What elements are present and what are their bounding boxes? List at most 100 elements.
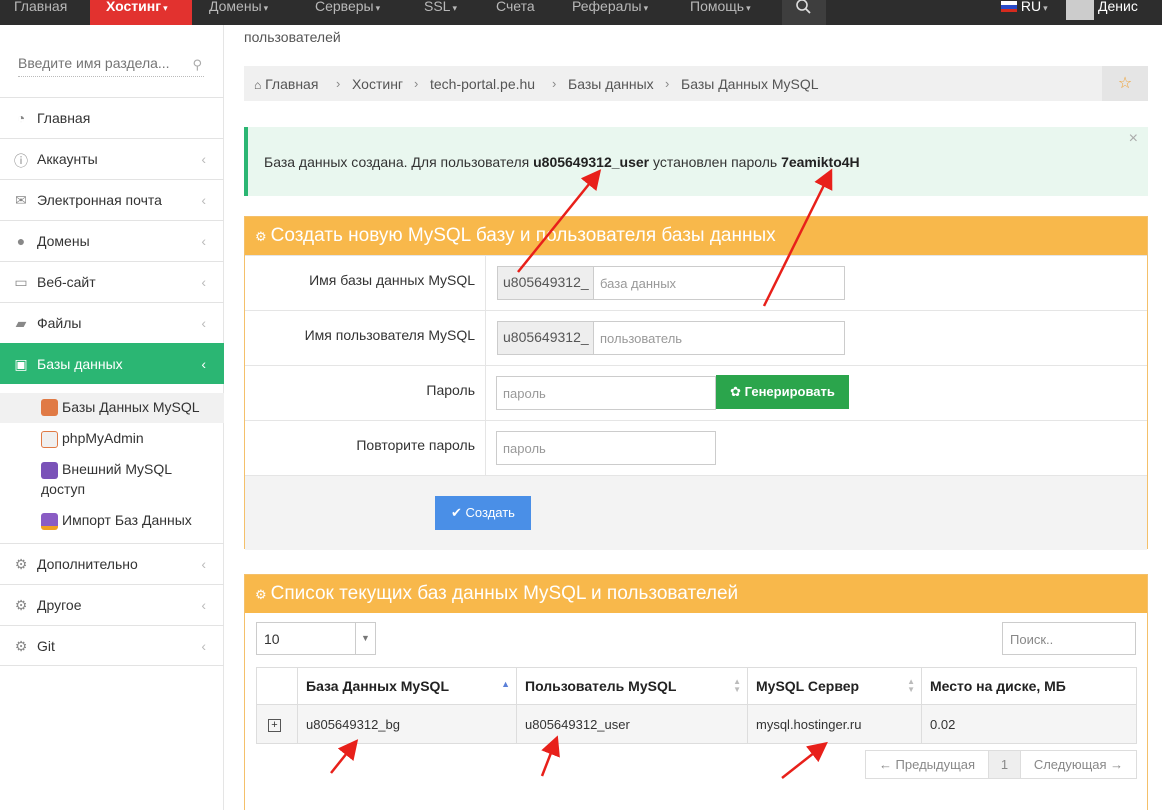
- page-length-select[interactable]: 10 ▼: [256, 622, 376, 655]
- sidebar-item-git[interactable]: ⚙ Git ‹: [0, 625, 224, 666]
- sidebar-subitem-remote-mysql[interactable]: Внешний MySQL доступ: [0, 457, 224, 501]
- breadcrumb-databases[interactable]: Базы данных: [568, 76, 654, 92]
- expand-row-icon[interactable]: +: [268, 719, 281, 732]
- top-navigation: Главная Хостинг ▾ Домены ▾ Серверы ▾ SSL ▾ С…: [0, 0, 1162, 25]
- user-prefix: u805649312_: [497, 321, 594, 355]
- chevron-down-icon: ▾: [746, 3, 751, 13]
- breadcrumb-home[interactable]: ⌂ Главная: [254, 76, 318, 92]
- pagination-previous[interactable]: ← Предыдущая: [865, 750, 989, 779]
- cell-user: u805649312_user: [516, 704, 748, 744]
- table-search-input[interactable]: Поиск..: [1002, 622, 1136, 655]
- create-database-panel: ⚙ Создать новую MySQL базу и пользователя…: [244, 216, 1148, 550]
- language-selector[interactable]: RU ▾: [1001, 0, 1048, 25]
- databases-table: База Данных MySQL ▲ Пользователь MySQL ▲ ▼ …: [256, 667, 1137, 744]
- envelope-icon: ✉: [15, 192, 27, 208]
- alert-message: База данных создана. Для пользователя u8…: [264, 154, 860, 170]
- sidebar-item-advanced[interactable]: ⚙ Дополнительно ‹: [0, 543, 224, 584]
- chevron-down-icon: ▾: [452, 3, 457, 13]
- nav-servers[interactable]: Серверы ▾: [315, 0, 380, 25]
- user-menu[interactable]: Денис: [1098, 0, 1138, 25]
- phpmyadmin-icon: [41, 431, 58, 448]
- column-server[interactable]: MySQL Сервер ▲ ▼: [747, 667, 922, 705]
- column-user[interactable]: Пользователь MySQL ▲ ▼: [516, 667, 748, 705]
- repeat-password-input[interactable]: пароль: [496, 431, 716, 465]
- chevron-down-icon: ▾: [375, 3, 381, 13]
- breadcrumb-mysql: Базы Данных MySQL: [681, 76, 819, 92]
- password-row: Пароль пароль ✿ Генерировать: [245, 365, 1147, 420]
- sidebar-item-files[interactable]: ▰ Файлы ‹: [0, 302, 224, 343]
- db-user-row: Имя пользователя MySQL u805649312_ польз…: [245, 310, 1147, 365]
- database-import-icon: [41, 513, 58, 530]
- sort-asc-icon: ▲: [501, 679, 510, 689]
- sidebar-item-other[interactable]: ⚙ Другое ‹: [0, 584, 224, 625]
- sidebar-subitem-mysql[interactable]: Базы Данных MySQL: [0, 393, 224, 423]
- breadcrumb-separator: ›: [414, 76, 419, 91]
- column-disk[interactable]: Место на диске, МБ: [921, 667, 1137, 705]
- russia-flag-icon: [1001, 1, 1017, 12]
- avatar[interactable]: [1066, 0, 1094, 20]
- breadcrumb: ⌂ Главная › Хостинг › tech-portal.pe.hu …: [244, 66, 1148, 101]
- success-alert: База данных создана. Для пользователя u8…: [244, 127, 1148, 196]
- nav-help[interactable]: Помощь ▾: [690, 0, 751, 25]
- breadcrumb-domain[interactable]: tech-portal.pe.hu: [430, 76, 535, 92]
- db-name-input[interactable]: база данных: [593, 266, 845, 300]
- gears-icon: ⚙: [255, 229, 267, 244]
- create-button[interactable]: ✔ Создать: [435, 496, 531, 530]
- sidebar-search-input[interactable]: [18, 55, 178, 71]
- generate-button[interactable]: ✿ Генерировать: [716, 375, 849, 409]
- gears-icon: ⚙: [14, 556, 28, 572]
- db-user-input[interactable]: пользователь: [593, 321, 845, 355]
- star-icon: ☆: [1117, 75, 1133, 92]
- table-header: База Данных MySQL ▲ Пользователь MySQL ▲ ▼ …: [256, 667, 1137, 705]
- home-icon: ⌂: [254, 78, 262, 92]
- form-actions: ✔ Создать: [245, 475, 1147, 550]
- sidebar-item-domains[interactable]: ● Домены ‹: [0, 220, 224, 261]
- close-icon[interactable]: ×: [1129, 130, 1138, 148]
- nav-domains[interactable]: Домены ▾: [209, 0, 268, 25]
- nav-search-button[interactable]: [782, 0, 826, 25]
- column-db[interactable]: База Данных MySQL ▲: [297, 667, 517, 705]
- breadcrumb-separator: ›: [665, 76, 670, 91]
- nav-referrals[interactable]: Рефералы ▾: [572, 0, 648, 25]
- db-prefix: u805649312_: [497, 266, 594, 300]
- sort-icon: ▲ ▼: [733, 677, 741, 694]
- sidebar-item-email[interactable]: ✉ Электронная почта ‹: [0, 179, 224, 220]
- sidebar-item-databases[interactable]: ▣ Базы данных ‹: [0, 343, 224, 384]
- sidebar-search[interactable]: ⚲: [18, 55, 204, 77]
- cell-server: mysql.hostinger.ru: [747, 704, 922, 744]
- gears-icon: ⚙: [14, 638, 28, 654]
- search-icon: ⚲: [192, 57, 202, 72]
- db-name-label: Имя базы данных MySQL: [309, 272, 475, 288]
- pagination-next[interactable]: Следующая →: [1020, 750, 1137, 779]
- sidebar-subitem-import[interactable]: Импорт Баз Данных: [0, 508, 224, 536]
- sidebar-subitem-phpmyadmin[interactable]: phpMyAdmin: [0, 425, 224, 453]
- chevron-left-icon: ‹: [201, 638, 206, 654]
- sidebar-item-accounts[interactable]: ⓘ Аккаунты ‹: [0, 138, 224, 179]
- nav-ssl[interactable]: SSL ▾: [424, 0, 457, 25]
- sidebar-item-home[interactable]: ◔ Главная: [0, 97, 224, 138]
- breadcrumb-hosting[interactable]: Хостинг: [352, 76, 403, 92]
- sidebar: ⚲ ◔ Главная ⓘ Аккаунты ‹ ✉ Электронная п…: [0, 25, 224, 810]
- favorite-star-button[interactable]: ☆: [1102, 66, 1148, 101]
- pagination-page[interactable]: 1: [988, 750, 1021, 779]
- nav-invoices[interactable]: Счета: [496, 0, 535, 25]
- chevron-left-icon: ‹: [201, 233, 206, 249]
- chevron-down-icon: ▾: [643, 3, 649, 13]
- password-input[interactable]: пароль: [496, 376, 716, 410]
- repeat-password-row: Повторите пароль пароль: [245, 420, 1147, 475]
- repeat-password-label: Повторите пароль: [356, 437, 475, 453]
- sidebar-item-website[interactable]: ▭ Веб-сайт ‹: [0, 261, 224, 302]
- nav-hosting[interactable]: Хостинг ▾: [90, 0, 192, 25]
- mysql-icon: [41, 399, 58, 416]
- sort-icon: ▲ ▼: [907, 677, 915, 694]
- check-icon: ✔: [451, 505, 466, 520]
- dashboard-icon: ◔: [16, 110, 26, 126]
- nav-home[interactable]: Главная: [14, 0, 67, 25]
- chevron-left-icon: ‹: [201, 315, 206, 331]
- breadcrumb-separator: ›: [336, 76, 341, 91]
- globe-icon: ●: [16, 233, 26, 249]
- page-subtitle: пользователей: [244, 29, 341, 45]
- chevron-left-icon: ‹: [201, 356, 206, 372]
- panel-title: ⚙ Создать новую MySQL базу и пользователя…: [245, 217, 1147, 255]
- search-icon: [796, 0, 811, 14]
